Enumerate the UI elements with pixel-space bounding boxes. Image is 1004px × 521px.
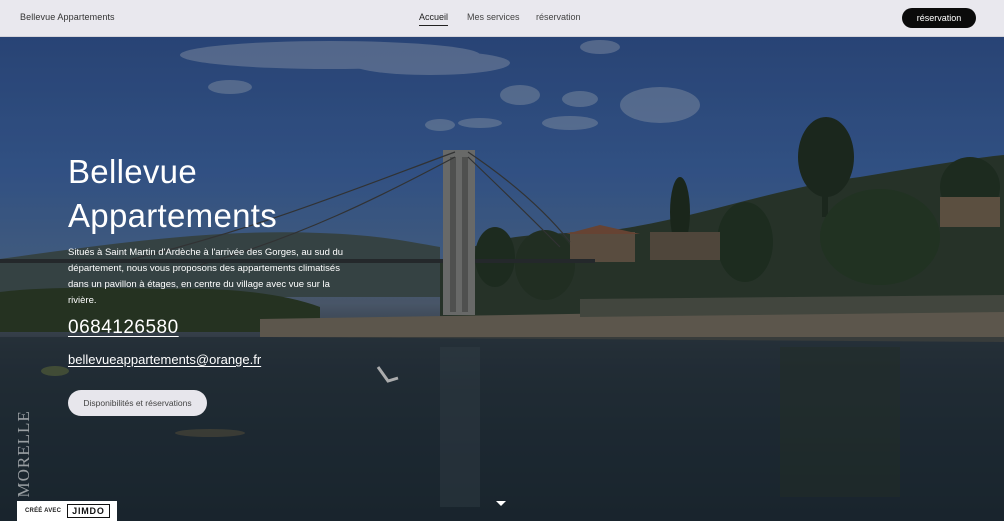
nav-item-label: Accueil [419,12,449,22]
jimdo-logo: JIMDO [67,504,110,518]
hero-title: Bellevue Appartements [68,150,368,238]
site-brand[interactable]: Bellevue Appartements [20,12,115,22]
photo-credit-watermark: ic MORELLE [14,410,33,517]
site-header: Bellevue Appartements Accueil Mes servic… [0,0,1004,37]
jimdo-badge[interactable]: CRÉÉ AVEC JIMDO [17,501,117,521]
hero-description: Situés à Saint Martin d'Ardèche à l'arri… [68,247,344,306]
reservation-button[interactable]: réservation [902,8,976,28]
nav-item-label: Mes services [467,12,520,22]
hero-title-line1: Bellevue [68,153,197,190]
nav-item-accueil[interactable]: Accueil [419,12,449,26]
hero-section: Bellevue Appartements Situés à Saint Mar… [0,37,1004,521]
nav-item-mes-services[interactable]: Mes services [467,12,520,22]
jimdo-badge-prefix: CRÉÉ AVEC [25,508,62,514]
availability-button[interactable]: Disponibilités et réservations [68,390,207,416]
hero-title-line2: Appartements [68,197,278,234]
nav-active-underline [419,25,449,26]
nav-item-label: réservation [536,12,581,22]
chevron-down-icon[interactable] [496,501,506,506]
nav-item-reservation[interactable]: réservation [536,12,581,22]
email-link[interactable]: bellevueappartements@orange.fr [68,352,261,367]
phone-link[interactable]: 0684126580 [68,317,179,339]
